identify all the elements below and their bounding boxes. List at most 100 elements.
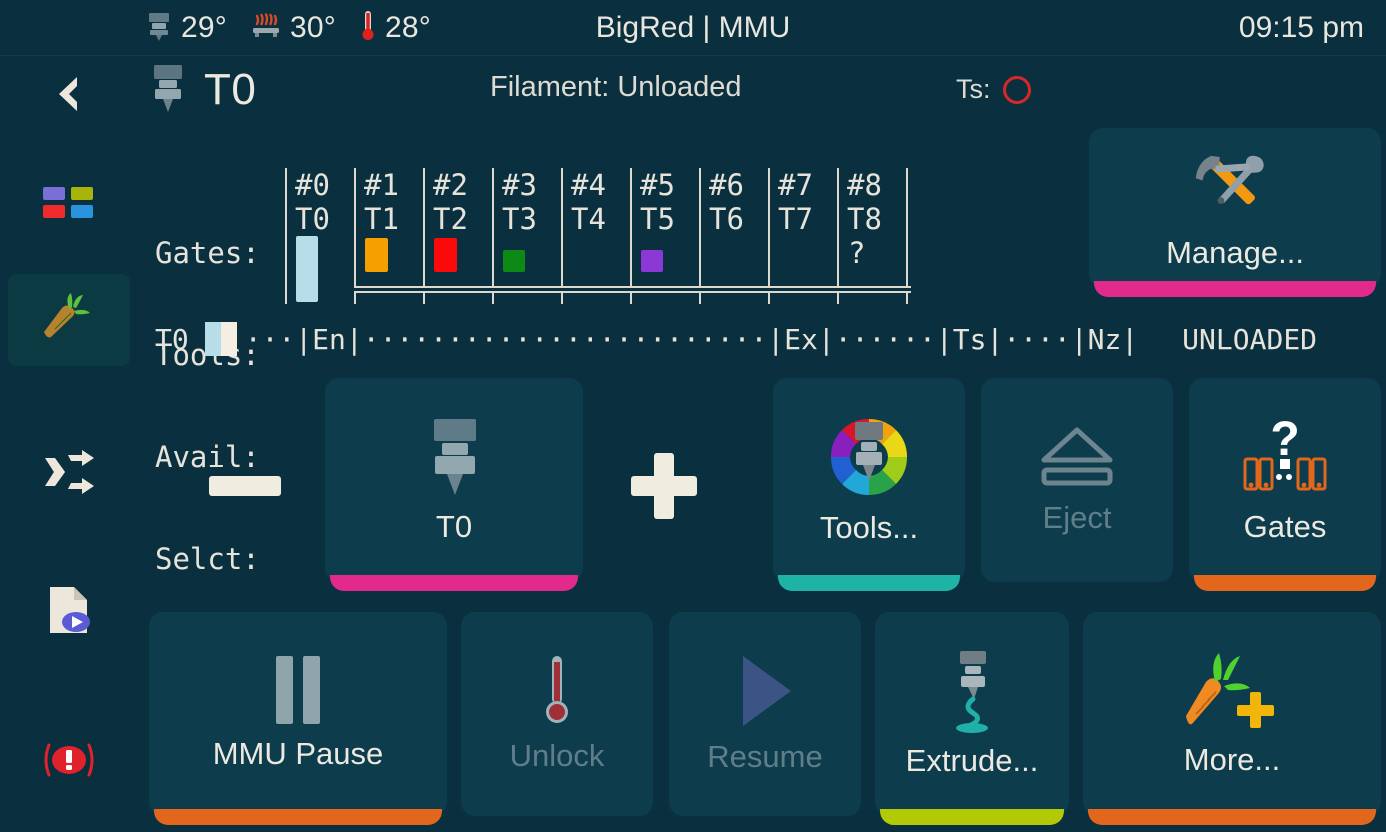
carrot-plus-icon — [1184, 650, 1280, 732]
play-icon — [733, 653, 797, 729]
gate-number: #0 — [295, 168, 330, 202]
gate-color-swatch — [296, 236, 318, 302]
gate-tool: T4 — [571, 202, 606, 236]
tools-button-label: Tools... — [819, 510, 919, 545]
gate-column[interactable]: #3 T3 — [492, 168, 561, 304]
extrude-button-label: Extrude... — [905, 743, 1039, 778]
gates-columns: #0 T0 #1 T1 #2 T2 #3 T3 #4 T4 #5 T5 #6 T6 #7 T7 #8 T8? — [285, 168, 908, 304]
gate-tool: T7 — [778, 202, 813, 236]
sidebar-item-shuffle[interactable] — [8, 428, 130, 520]
row-label-selct: Selct: — [155, 542, 260, 576]
gate-column[interactable]: #6 T6 — [699, 168, 768, 304]
mmu-screen: 29° 30° 28° BigRed | MMU 09:15 pm T0 Fil… — [0, 0, 1386, 832]
sidebar-item-emergency-stop[interactable] — [8, 716, 130, 808]
more-button-accent — [1088, 809, 1376, 825]
pause-icon — [270, 656, 326, 726]
gates-right-border — [906, 168, 908, 304]
sidebar-item-back[interactable] — [8, 50, 130, 142]
emergency-stop-icon — [41, 734, 97, 790]
gate-column[interactable]: #1 T1 — [354, 168, 423, 304]
clock: 09:15 pm — [1238, 11, 1364, 44]
file-play-icon — [45, 584, 93, 640]
gate-tool: T0 — [295, 202, 330, 236]
gate-tool: T8 — [847, 202, 882, 236]
gate-tool: T1 — [364, 202, 399, 236]
gate-column[interactable]: #0 T0 — [285, 168, 354, 304]
filament-path-state: UNLOADED — [1182, 322, 1318, 356]
eject-button[interactable]: Eject — [981, 378, 1173, 582]
manage-button[interactable]: Manage... — [1089, 128, 1381, 297]
unlock-button-label: Unlock — [509, 738, 605, 773]
tools-button[interactable]: Tools... — [773, 378, 965, 591]
current-tool-button-accent — [330, 575, 578, 591]
plus-icon — [631, 453, 697, 519]
filament-path-segments: ···|En|························|Ex|·····… — [244, 322, 1139, 356]
status-bar: 29° 30° 28° BigRed | MMU 09:15 pm — [0, 0, 1386, 56]
gate-color-swatch — [434, 238, 457, 272]
gate-number: #4 — [571, 168, 606, 202]
gate-column[interactable]: #8 T8? — [837, 168, 906, 304]
toolhead-sensor: Ts: — [956, 74, 1031, 105]
tools-button-accent — [778, 575, 960, 591]
gates-button[interactable]: ? Gates — [1189, 378, 1381, 591]
ts-indicator-icon — [1002, 75, 1031, 104]
current-tool-button-label: T0 — [435, 509, 473, 544]
gate-number: #5 — [640, 168, 675, 202]
hammer-wrench-icon — [1190, 145, 1280, 225]
shuffle-icon — [42, 448, 96, 500]
carrot-icon — [41, 291, 97, 349]
chevron-left-icon — [47, 71, 91, 121]
manage-button-accent — [1094, 281, 1376, 297]
gates-question-icon: ? — [1237, 415, 1333, 499]
increment-tool-button[interactable] — [605, 430, 723, 542]
gate-number: #1 — [364, 168, 399, 202]
extrude-icon — [942, 649, 1002, 733]
tool-header: T0 Filament: Unloaded Ts: — [138, 56, 1386, 118]
mmu-pause-button-accent — [154, 809, 442, 825]
gate-number: #8 — [847, 168, 882, 202]
unlock-button[interactable]: Unlock — [461, 612, 653, 816]
color-squares-icon — [41, 181, 97, 231]
gate-number: #7 — [778, 168, 813, 202]
selection-rail — [354, 286, 911, 293]
sidebar-item-print[interactable] — [8, 566, 130, 658]
gate-color-swatch — [503, 250, 525, 272]
extrude-button-accent — [880, 809, 1064, 825]
filament-path-tool: T0 — [155, 322, 189, 356]
sidebar — [0, 56, 138, 832]
gate-column[interactable]: #4 T4 — [561, 168, 630, 304]
gate-column[interactable]: #2 T2 — [423, 168, 492, 304]
filament-path: T0 ···|En|························|Ex|··… — [155, 322, 1317, 356]
gates-button-accent — [1194, 575, 1376, 591]
gates-button-label: Gates — [1243, 509, 1327, 544]
gate-column[interactable]: #7 T7 — [768, 168, 837, 304]
gates-row-labels: Gates: Tools: Avail: Selct: — [155, 168, 260, 644]
eject-icon — [1038, 424, 1116, 490]
decrement-tool-button[interactable] — [186, 430, 304, 542]
gate-color-swatch — [365, 238, 388, 272]
current-tool-button[interactable]: T0 — [325, 378, 583, 591]
extrude-button[interactable]: Extrude... — [875, 612, 1069, 825]
gate-number: #2 — [433, 168, 468, 202]
gate-color-swatch — [641, 250, 663, 272]
sidebar-item-tools[interactable] — [8, 160, 130, 252]
more-button[interactable]: More... — [1083, 612, 1381, 825]
eject-button-label: Eject — [1042, 500, 1112, 535]
resume-button[interactable]: Resume — [669, 612, 861, 816]
row-label-gates: Gates: — [155, 236, 260, 270]
gate-number: #6 — [709, 168, 744, 202]
sidebar-item-mmu[interactable] — [8, 274, 130, 366]
filament-path-swatch — [204, 322, 237, 356]
nozzle-icon — [418, 415, 490, 499]
gate-unknown-glyph: ? — [848, 236, 866, 270]
color-wheel-nozzle-icon — [826, 414, 912, 500]
current-tool: T0 — [146, 62, 256, 118]
mmu-pause-button[interactable]: MMU Pause — [149, 612, 447, 825]
gate-tool: T6 — [709, 202, 744, 236]
mmu-pause-button-label: MMU Pause — [212, 736, 384, 771]
manage-button-label: Manage... — [1166, 235, 1304, 270]
gate-tool: T3 — [502, 202, 537, 236]
gate-column[interactable]: #5 T5 — [630, 168, 699, 304]
more-button-label: More... — [1183, 742, 1281, 777]
gate-tool: T5 — [640, 202, 675, 236]
